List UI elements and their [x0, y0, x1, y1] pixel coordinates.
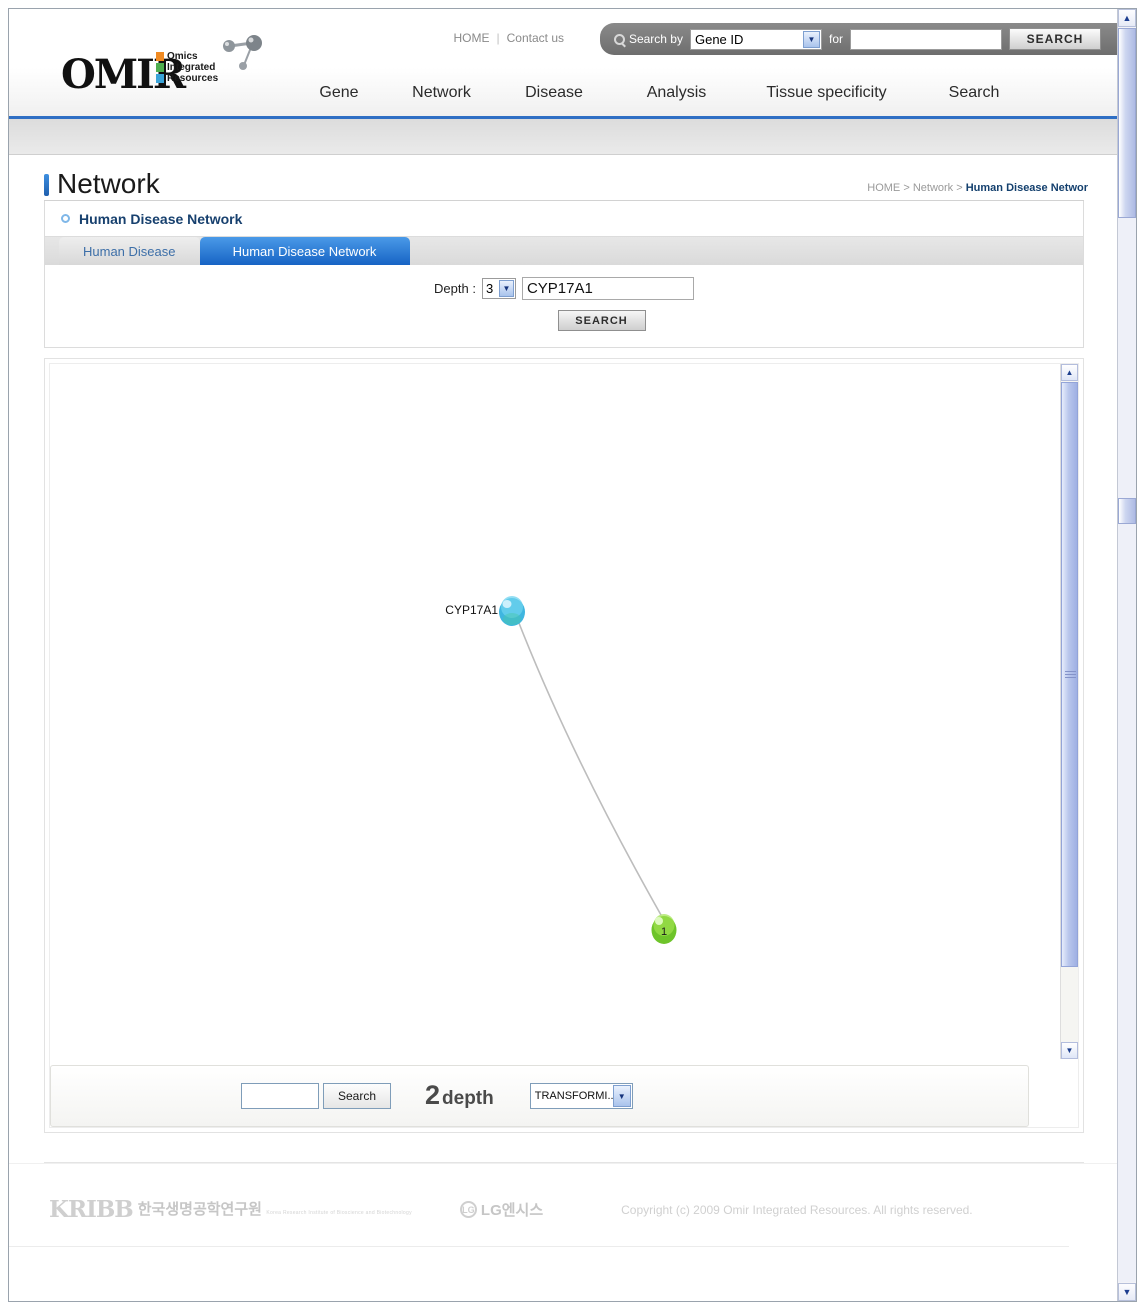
search-by-text: Search by — [628, 32, 683, 46]
toplinks-separator: | — [496, 31, 500, 45]
breadcrumb-network[interactable]: Network — [913, 182, 953, 194]
browser-scroll-track[interactable] — [1118, 28, 1136, 1282]
kribb-english-name: Korea Research Institute of Bioscience a… — [266, 1209, 412, 1216]
scroll-up-icon[interactable]: ▲ — [1118, 9, 1136, 27]
site-logo[interactable]: OMIR Omics Integrated Resources — [61, 35, 291, 107]
header-gray-band — [9, 119, 1119, 155]
footer-divider — [9, 1246, 1069, 1247]
graph-node-gene[interactable] — [499, 596, 525, 626]
section-subtitle: Human Disease Network — [44, 201, 1084, 237]
home-link[interactable]: HOME — [454, 31, 490, 45]
search-type-select[interactable]: Gene ID ▼ — [689, 28, 822, 50]
chevron-down-icon[interactable]: ▼ — [498, 280, 514, 297]
graph-edge — [516, 617, 662, 916]
site-content: OMIR Omics Integrated Resources HOME | C… — [9, 9, 1119, 1301]
browser-vertical-scrollbar[interactable]: ▲ ▼ — [1117, 9, 1136, 1301]
network-search-button-row: SEARCH — [45, 310, 1083, 331]
breadcrumb-sep-2: > — [956, 182, 963, 194]
nav-item-network[interactable]: Network — [389, 84, 494, 102]
screenshot-root: OMIR Omics Integrated Resources HOME | C… — [0, 0, 1145, 1310]
kribb-logo: KRIBB 한국생명공학연구원 Korea Research Institute… — [49, 1196, 412, 1223]
scrollbar-grip-icon — [1065, 670, 1076, 679]
bullet-ring-icon — [61, 214, 70, 223]
graph-node-select-value: TRANSFORMI... — [534, 1090, 617, 1102]
lg-circle-icon: LG — [459, 1201, 477, 1218]
breadcrumb-current: Human Disease Networ — [965, 182, 1088, 194]
scroll-down-icon[interactable]: ▼ — [1118, 1283, 1136, 1301]
page-title-row: Network HOME > Network > Human Disease N… — [44, 155, 1088, 201]
tab-strip: Human Disease Human Disease Network — [44, 237, 1084, 265]
global-search-bar: Search by Gene ID ▼ for SEARCH — [599, 23, 1119, 55]
nav-item-search[interactable]: Search — [914, 84, 1034, 102]
graph-depth-indicator: 2 depth — [425, 1082, 494, 1110]
global-search-button[interactable]: SEARCH — [1009, 28, 1101, 50]
search-icon — [613, 33, 625, 45]
network-applet[interactable]: CYP17A1 1 ▲ ▼ Search 2 depth TRANSFORMI.… — [49, 363, 1079, 1128]
contact-us-link[interactable]: Contact us — [507, 31, 564, 45]
network-search-row: Depth : 3 ▼ — [45, 277, 1083, 300]
logo-tagline-omics: Omics — [156, 51, 218, 62]
copyright-text: Copyright (c) 2009 Omir Integrated Resou… — [621, 1202, 973, 1217]
graph-depth-number: 2 — [425, 1080, 441, 1110]
logo-tagline-integrated: Integrated — [156, 62, 218, 73]
nav-item-tissue-specificity[interactable]: Tissue specificity — [739, 84, 914, 102]
site-footer: KRIBB 한국생명공학연구원 Korea Research Institute… — [9, 1163, 1119, 1255]
nav-item-disease[interactable]: Disease — [494, 84, 614, 102]
logo-tagline: Omics Integrated Resources — [156, 51, 218, 84]
kribb-korean-name: 한국생명공학연구원 — [137, 1200, 262, 1218]
search-by-label: Search by — [613, 32, 683, 46]
graph-vertical-scrollbar[interactable]: ▲ ▼ — [1060, 364, 1078, 1059]
network-viewer-wrapper: CYP17A1 1 ▲ ▼ Search 2 depth TRANSFORMI.… — [44, 358, 1084, 1133]
site-header: OMIR Omics Integrated Resources HOME | C… — [9, 9, 1119, 119]
nav-item-analysis[interactable]: Analysis — [614, 84, 739, 102]
nav-item-gene[interactable]: Gene — [289, 84, 389, 102]
breadcrumb-home[interactable]: HOME — [867, 182, 900, 194]
tab-human-disease[interactable]: Human Disease — [59, 237, 200, 265]
content-bottom-spacer — [44, 1133, 1084, 1163]
graph-vscroll-thumb[interactable] — [1061, 382, 1078, 967]
logo-tagline-resources: Resources — [156, 73, 218, 84]
search-type-value: Gene ID — [694, 31, 744, 47]
gene-name-input[interactable] — [521, 277, 694, 300]
browser-window: OMIR Omics Integrated Resources HOME | C… — [8, 8, 1137, 1302]
molecule-icon — [223, 35, 262, 70]
chevron-down-icon[interactable]: ▼ — [802, 30, 820, 48]
top-links: HOME | Contact us — [454, 31, 565, 45]
depth-select[interactable]: 3 ▼ — [481, 278, 516, 299]
graph-node-select[interactable]: TRANSFORMI... ▼ — [529, 1083, 633, 1109]
graph-search-button[interactable]: Search — [323, 1083, 391, 1109]
search-for-label: for — [828, 32, 843, 46]
main-content: Network HOME > Network > Human Disease N… — [9, 155, 1119, 1133]
kribb-text-block: 한국생명공학연구원 Korea Research Institute of Bi… — [133, 1201, 412, 1219]
lg-ensys-text: LG엔시스 — [480, 1202, 544, 1219]
scroll-down-icon[interactable]: ▼ — [1061, 1042, 1078, 1059]
global-search-input[interactable] — [850, 28, 1002, 50]
network-search-button[interactable]: SEARCH — [557, 310, 646, 331]
graph-search-input[interactable] — [241, 1083, 319, 1109]
graph-controls-bar: Search 2 depth TRANSFORMI... ▼ — [50, 1065, 1029, 1127]
depth-label: Depth : — [434, 281, 476, 296]
graph-node-disease-label: 1 — [661, 926, 667, 938]
section-subtitle-text: Human Disease Network — [79, 210, 243, 227]
browser-scroll-thumb-secondary[interactable] — [1118, 498, 1136, 524]
breadcrumb-sep-1: > — [903, 182, 910, 194]
depth-select-value: 3 — [485, 281, 494, 296]
network-search-form: Depth : 3 ▼ SEARCH — [44, 265, 1084, 348]
lg-ensys-logo: LG LG엔시스 — [459, 1199, 544, 1220]
page-title: Network — [57, 168, 160, 199]
browser-scroll-thumb[interactable] — [1118, 28, 1136, 218]
tab-human-disease-network[interactable]: Human Disease Network — [199, 237, 410, 265]
scroll-up-icon[interactable]: ▲ — [1061, 364, 1078, 381]
graph-node-gene-label: CYP17A1 — [445, 603, 498, 617]
breadcrumb: HOME > Network > Human Disease Networ — [867, 182, 1088, 194]
kribb-wordmark: KRIBB — [49, 1196, 134, 1223]
main-navigation: Gene Network Disease Analysis Tissue spe… — [289, 84, 1034, 102]
title-bar-icon — [44, 174, 49, 196]
chevron-down-icon[interactable]: ▼ — [612, 1085, 631, 1107]
network-graph[interactable]: CYP17A1 1 — [50, 364, 1011, 1064]
graph-depth-word: depth — [442, 1088, 494, 1109]
